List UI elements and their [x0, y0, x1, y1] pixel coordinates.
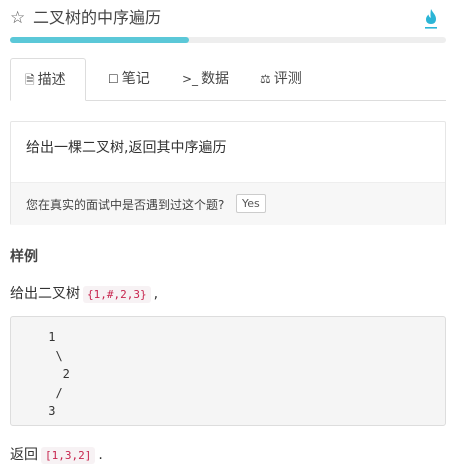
interview-question-bar: 您在真实的面试中是否遇到过这个题? Yes	[11, 182, 445, 225]
title-bar: ☆ 二叉树的中序遍历	[10, 6, 450, 32]
scale-icon: ⚖	[260, 72, 271, 86]
tree-code-block: 1 \ 2 / 3	[10, 316, 446, 426]
fire-icon[interactable]	[424, 8, 438, 30]
return-code: [1,3,2]	[41, 447, 96, 464]
tab-label: 描述	[37, 72, 66, 88]
tab-judge[interactable]: ⚖ 评测	[246, 58, 332, 100]
example-suffix: ,	[153, 286, 159, 302]
example-input-code: {1,#,2,3}	[83, 286, 151, 303]
document-icon: 🗎	[25, 73, 35, 87]
progress-fill	[10, 37, 189, 43]
tab-data[interactable]: >_ 数据	[168, 58, 254, 100]
description-panel: 给出一棵二叉树,返回其中序遍历 您在真实的面试中是否遇到过这个题? Yes	[10, 121, 446, 225]
example-input-line: 给出二叉树 {1,#,2,3},	[10, 283, 158, 303]
example-output-line: 返回 [1,3,2].	[10, 444, 103, 464]
interview-question: 您在真实的面试中是否遇到过这个题?	[26, 198, 225, 212]
return-suffix: .	[98, 447, 103, 463]
example-prefix: 给出二叉树	[10, 286, 80, 302]
terminal-icon: >_	[182, 72, 199, 86]
progress-bar	[10, 37, 446, 43]
tab-notes[interactable]: ☐ 笔记	[94, 58, 174, 100]
tab-bar: 🗎 描述 ☐ 笔记 >_ 数据 ⚖ 评测	[10, 58, 446, 101]
return-prefix: 返回	[10, 447, 38, 463]
tab-label: 数据	[201, 71, 230, 87]
note-icon: ☐	[108, 72, 119, 86]
tab-label: 评测	[273, 71, 302, 87]
tab-label: 笔记	[121, 71, 150, 87]
star-icon[interactable]: ☆	[10, 6, 25, 30]
description-text: 给出一棵二叉树,返回其中序遍历	[26, 140, 227, 156]
example-heading: 样例	[10, 249, 38, 265]
problem-title: 二叉树的中序遍历	[33, 8, 162, 27]
yes-button[interactable]: Yes	[236, 194, 266, 213]
tree-diagram: 1 \ 2 / 3	[48, 330, 70, 418]
tab-description[interactable]: 🗎 描述	[10, 58, 86, 101]
